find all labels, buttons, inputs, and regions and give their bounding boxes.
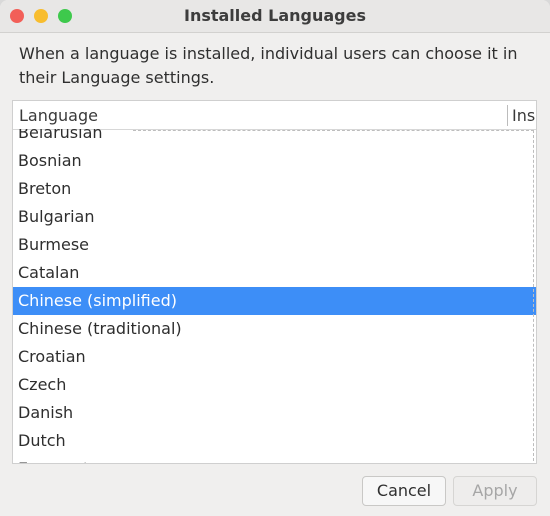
table-row[interactable]: Croatian <box>13 343 536 371</box>
table-row[interactable]: Belarusian <box>13 129 536 147</box>
table-row[interactable]: Esperanto <box>13 455 536 463</box>
focus-outline <box>533 130 534 461</box>
table-row[interactable]: Chinese (traditional) <box>13 315 536 343</box>
table-header: Language Ins <box>13 101 536 130</box>
description-text: When a language is installed, individual… <box>19 44 518 87</box>
table-row[interactable]: Danish <box>13 399 536 427</box>
table-row[interactable]: Bosnian <box>13 147 536 175</box>
table-row[interactable]: Bulgarian <box>13 203 536 231</box>
table-row[interactable]: Catalan <box>13 259 536 287</box>
installed-languages-window: Installed Languages When a language is i… <box>0 0 550 516</box>
focus-outline-top <box>133 130 534 131</box>
window-title: Installed Languages <box>183 6 366 25</box>
apply-button[interactable]: Apply <box>453 476 537 506</box>
column-header-language[interactable]: Language <box>19 106 98 125</box>
cancel-button[interactable]: Cancel <box>362 476 446 506</box>
table-row[interactable]: Chinese (simplified) <box>13 287 536 315</box>
language-list[interactable]: Language Ins Belarusian Bosnian Breton Bulg… <box>12 100 537 464</box>
table-row[interactable]: Breton <box>13 175 536 203</box>
table-rows: Belarusian Bosnian Breton Bulgarian Burmese C… <box>13 129 536 463</box>
title-bar[interactable]: Installed Languages <box>0 0 550 33</box>
table-body[interactable]: Belarusian Bosnian Breton Bulgarian Burmese C… <box>13 129 536 463</box>
column-header-installed[interactable]: Ins <box>512 106 535 125</box>
table-row[interactable]: Dutch <box>13 427 536 455</box>
table-row[interactable]: Burmese <box>13 231 536 259</box>
table-row[interactable]: Czech <box>13 371 536 399</box>
column-separator[interactable] <box>507 105 508 126</box>
